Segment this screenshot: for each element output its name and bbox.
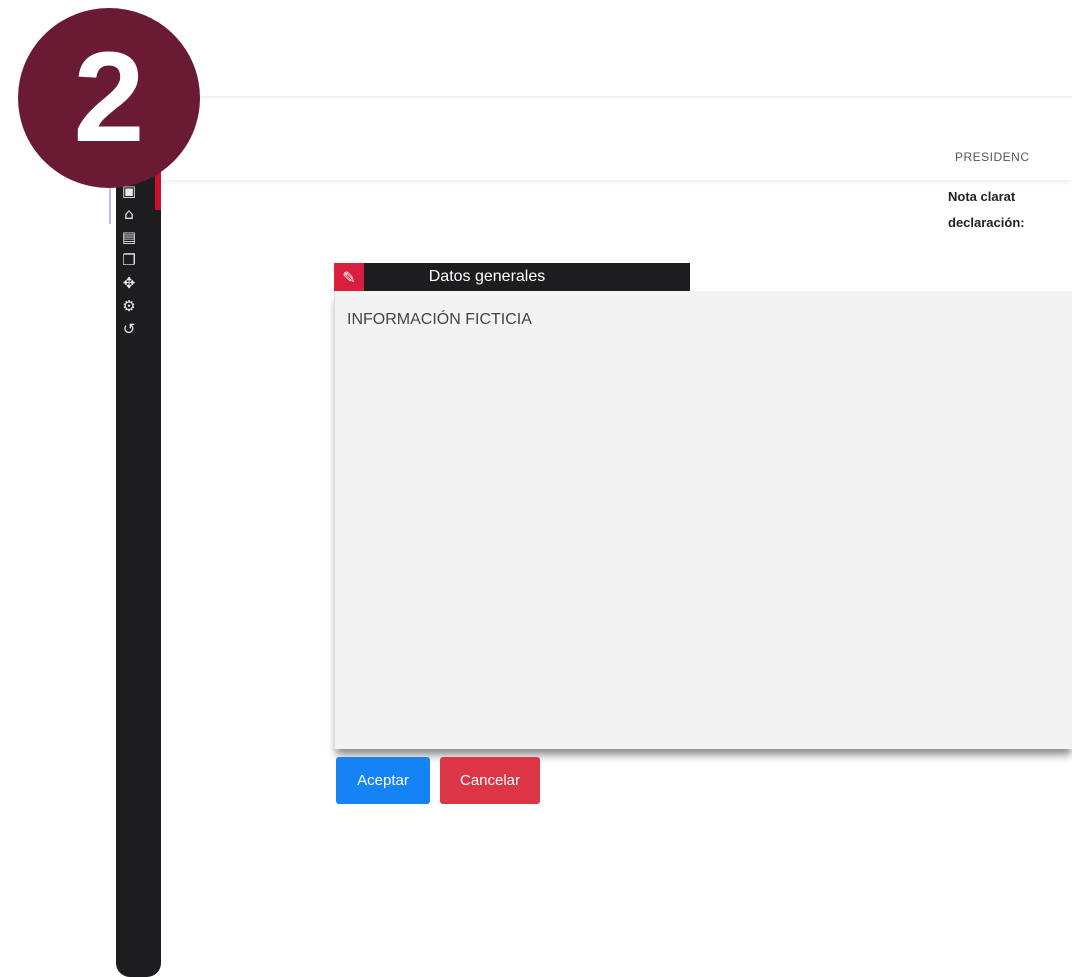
home-info-icon[interactable]: ⌂ (118, 203, 140, 225)
note-line-2: declaración: (948, 215, 1025, 230)
organization-label: PRESIDENC (955, 150, 1030, 164)
sidebar-active-indicator (155, 170, 161, 210)
search-settings-icon[interactable]: ⚙ (118, 295, 140, 317)
sidebar-menu: ▣ ⌂ ▤ ❐ ✥ ⚙ ↺ (118, 180, 144, 341)
history-icon[interactable]: ↺ (118, 318, 140, 340)
general-data-textarea[interactable]: INFORMACIÓN FICTICIA (335, 291, 1072, 749)
network-icon[interactable]: ✥ (118, 272, 140, 294)
documents-icon[interactable]: ❐ (118, 249, 140, 271)
dialog-title: Datos generales (428, 268, 546, 285)
accept-button[interactable]: Aceptar (336, 757, 430, 804)
edit-icon: ✎ (334, 263, 364, 291)
cancel-button[interactable]: Cancelar (440, 757, 540, 804)
note-line-1: Nota clarat (948, 189, 1016, 204)
clarifying-note: Nota clarat declaración: (948, 184, 1072, 236)
top-bar (150, 96, 1072, 180)
document-icon[interactable]: ▤ (118, 226, 140, 248)
step-badge: 2 (18, 8, 200, 188)
dialog-body: INFORMACIÓN FICTICIA (334, 291, 1072, 749)
dialog-header: ✎ Datos generales (334, 263, 690, 291)
